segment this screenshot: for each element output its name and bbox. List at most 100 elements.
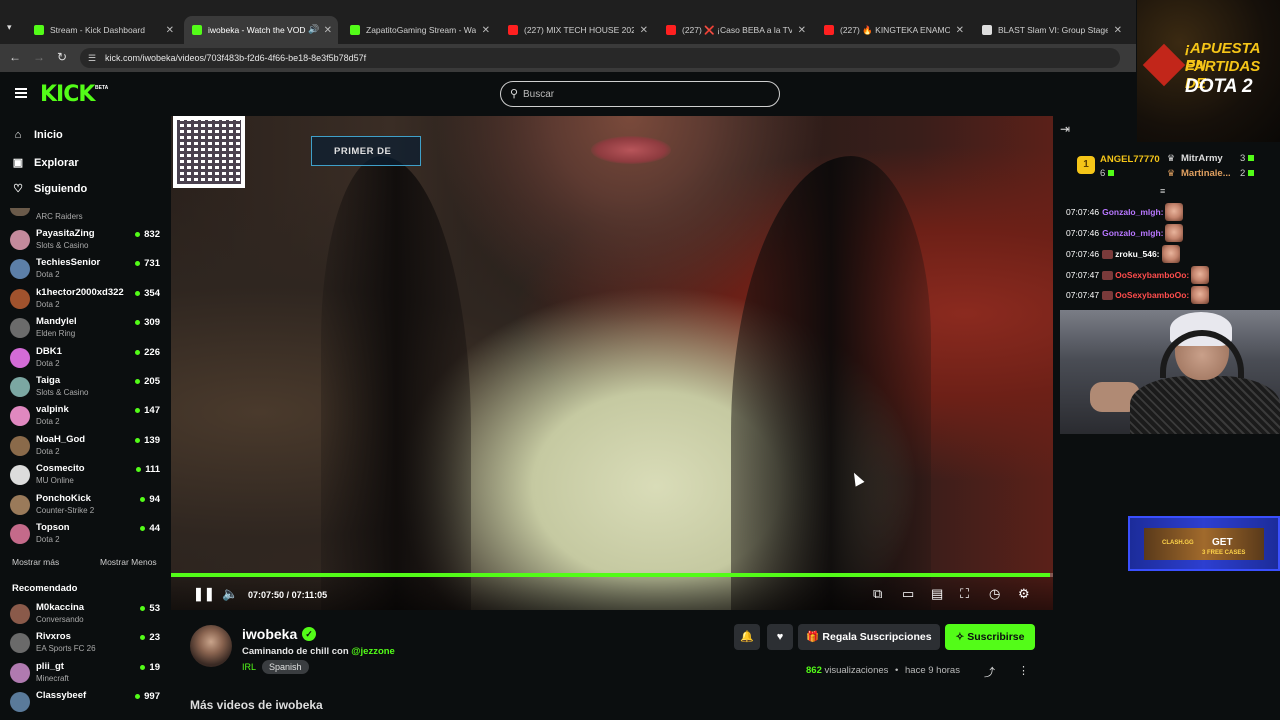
dota-betting-ad[interactable]: ¡APUESTA EN PARTIDAS DE DOTA 2 xyxy=(1137,0,1280,142)
time-ago: hace 9 horas xyxy=(905,665,960,676)
chat-username[interactable]: OoSexybamboOo: xyxy=(1115,290,1189,300)
sidebar-channel[interactable]: Classybeef 997 xyxy=(10,688,160,716)
time-total: 07:11:05 xyxy=(291,590,328,600)
live-dot-icon xyxy=(140,525,146,531)
menu-icon[interactable] xyxy=(15,88,27,98)
settings-gear-icon[interactable]: ⚙ xyxy=(1018,586,1030,602)
collapse-chat-icon[interactable]: ⇥ xyxy=(1060,122,1070,136)
subscribe-button[interactable]: ✧ Suscribirse xyxy=(945,624,1035,650)
more-options-icon[interactable]: ⋮ xyxy=(1018,664,1029,677)
search-box[interactable]: ⚲ xyxy=(500,81,780,107)
volume-icon[interactable]: 🔈 xyxy=(222,586,238,602)
avatar xyxy=(10,208,30,216)
sidebar-channel[interactable]: k1hector2000xd322 Dota 2 354 xyxy=(10,285,160,313)
gift-subs-button[interactable]: 🎁 Regala Suscripciones xyxy=(798,624,940,650)
close-icon[interactable]: ✕ xyxy=(640,25,648,36)
browser-tab[interactable]: (227) MIX TECH HOUSE 2020 # ✕ xyxy=(500,16,654,44)
viewer-count: 23 xyxy=(140,632,160,643)
stream-title: Caminando de chill con @jezzone xyxy=(242,646,395,657)
chat-username[interactable]: zroku_546: xyxy=(1115,249,1159,259)
theater-mode-icon[interactable]: ▭ xyxy=(902,586,914,602)
browser-tab[interactable]: (227) ❌ ¡Caso BEBA a la TV! 🇨🇱 ✕ xyxy=(658,16,812,44)
leaderboard-name[interactable]: ANGEL77770 xyxy=(1100,154,1160,165)
leaderboard-name[interactable]: MitrArmy xyxy=(1181,153,1223,164)
sidebar-channel[interactable]: DBK1 Dota 2 226 xyxy=(10,344,160,372)
show-more-link[interactable]: Mostrar más xyxy=(12,557,59,567)
close-icon[interactable]: ✕ xyxy=(482,25,490,36)
playback-speed-icon[interactable]: ◷ xyxy=(989,586,1000,602)
leaderboard-toggle-icon[interactable]: ≡ xyxy=(1160,186,1165,196)
chat-username[interactable]: Gonzalo_mlgh: xyxy=(1102,228,1163,238)
sidebar-channel[interactable]: NoaH_God Dota 2 139 xyxy=(10,432,160,460)
live-dot-icon xyxy=(135,231,141,237)
streamer-avatar[interactable] xyxy=(190,625,232,667)
nav-explore[interactable]: ▣ Explorar xyxy=(12,156,79,170)
fullscreen-icon[interactable]: ⛶ xyxy=(960,586,969,602)
nav-following[interactable]: ♡ Siguiendo xyxy=(12,182,87,196)
mention-link[interactable]: @jezzone xyxy=(351,646,395,657)
channel-category: MU Online xyxy=(36,476,74,486)
channel-category: Dota 2 xyxy=(36,358,60,368)
site-info-icon[interactable]: ☰ xyxy=(88,53,96,64)
sidebar-channel[interactable]: Cosmecito MU Online 111 xyxy=(10,461,160,489)
speaker-icon[interactable]: 🔊 xyxy=(308,24,319,35)
browser-tab[interactable]: BLAST Slam VI: Group Stage - L ✕ xyxy=(974,16,1128,44)
miniplayer-icon[interactable]: ⧉ xyxy=(873,586,882,602)
verified-check-icon: ✓ xyxy=(302,627,316,641)
sidebar-channel[interactable]: M0kaccina Conversando 53 xyxy=(10,600,160,628)
close-icon[interactable]: ✕ xyxy=(166,25,174,36)
close-icon[interactable]: ✕ xyxy=(324,25,332,36)
channel-category: Conversando xyxy=(36,615,84,624)
video-frame xyxy=(321,156,471,610)
close-icon[interactable]: ✕ xyxy=(798,25,806,36)
browser-tab[interactable]: (227) 🔥 KINGTEKA ENAMORA ✕ xyxy=(816,16,970,44)
channel-name: NoaH_God xyxy=(36,433,86,445)
viewer-count: 139 xyxy=(135,435,160,446)
sidebar-channel[interactable]: valpink Dota 2 147 xyxy=(10,402,160,430)
kick-logo[interactable]: KICK xyxy=(40,82,95,107)
video-player[interactable]: PRIMER DE ❚❚ 🔈 07:07:50 / 07:11:05 ⧉ ▭ ▤… xyxy=(171,116,1053,610)
share-icon[interactable]: ⤴ xyxy=(984,664,995,680)
url-field[interactable]: ☰ kick.com/iwobeka/videos/703f483b-f2d6-… xyxy=(80,48,1120,68)
leaderboard-name[interactable]: Martinale... xyxy=(1181,168,1231,179)
sidebar-channel[interactable]: plii_gt Minecraft 19 xyxy=(10,659,160,687)
sidebar-channel[interactable]: TechiesSenior Dota 2 731 xyxy=(10,255,160,283)
chat-username[interactable]: OoSexybamboOo: xyxy=(1115,270,1189,280)
partial-channel-category: ARC Raiders xyxy=(36,212,83,221)
clash-gg-ad[interactable]: CLASH.GG GET 3 FREE CASES xyxy=(1128,516,1280,571)
streamer-name[interactable]: iwobeka xyxy=(242,626,297,642)
notification-bell-button[interactable]: 🔔 xyxy=(734,624,760,650)
search-input[interactable] xyxy=(523,86,763,102)
close-icon[interactable]: ✕ xyxy=(1114,25,1122,36)
follow-heart-button[interactable]: ♥ xyxy=(767,624,793,650)
view-stats: 862 visualizaciones • hace 9 horas xyxy=(806,665,960,676)
pause-icon[interactable]: ❚❚ xyxy=(193,586,215,602)
avatar xyxy=(10,465,30,486)
browser-tab[interactable]: ZapatitoGaming Stream - Watc ✕ xyxy=(342,16,496,44)
sub-badge-icon xyxy=(1102,270,1114,280)
nav-home[interactable]: ⌂ Inicio xyxy=(12,129,63,141)
category-link[interactable]: IRL xyxy=(242,662,256,672)
sidebar-channel[interactable]: PonchoKick Counter-Strike 2 94 xyxy=(10,491,160,519)
sidebar-channel[interactable]: Rivxros EA Sports FC 26 23 xyxy=(10,629,160,657)
reload-icon[interactable]: ↻ xyxy=(57,50,67,64)
avatar xyxy=(10,662,30,683)
chat-timestamp: 07:07:46 xyxy=(1066,228,1100,238)
tab-search-chevron-icon[interactable]: ▾ xyxy=(7,22,12,33)
avatar xyxy=(10,494,30,515)
sidebar-channel[interactable]: Mandylel Elden Ring 309 xyxy=(10,314,160,342)
explore-icon: ▣ xyxy=(12,157,24,169)
browser-tab[interactable]: Stream - Kick Dashboard ✕ xyxy=(26,16,180,44)
sidebar-channel[interactable]: Taiga Slots & Casino 205 xyxy=(10,373,160,401)
sidebar-channel[interactable]: PayasitaZing Slots & Casino 832 xyxy=(10,226,160,254)
chat-username[interactable]: Gonzalo_mlgh: xyxy=(1102,207,1163,217)
clip-icon[interactable]: ▤ xyxy=(931,586,943,602)
show-less-link[interactable]: Mostrar Menos xyxy=(100,557,157,567)
sidebar-channel[interactable]: Topson Dota 2 44 xyxy=(10,520,160,548)
language-tag[interactable]: Spanish xyxy=(262,660,309,674)
close-icon[interactable]: ✕ xyxy=(956,25,964,36)
live-dot-icon xyxy=(140,664,146,670)
back-arrow-icon[interactable]: ← xyxy=(9,50,21,64)
forward-arrow-icon[interactable]: → xyxy=(33,50,45,64)
browser-tab-active[interactable]: iwobeka - Watch the VOD o 🔊 ✕ xyxy=(184,16,338,44)
